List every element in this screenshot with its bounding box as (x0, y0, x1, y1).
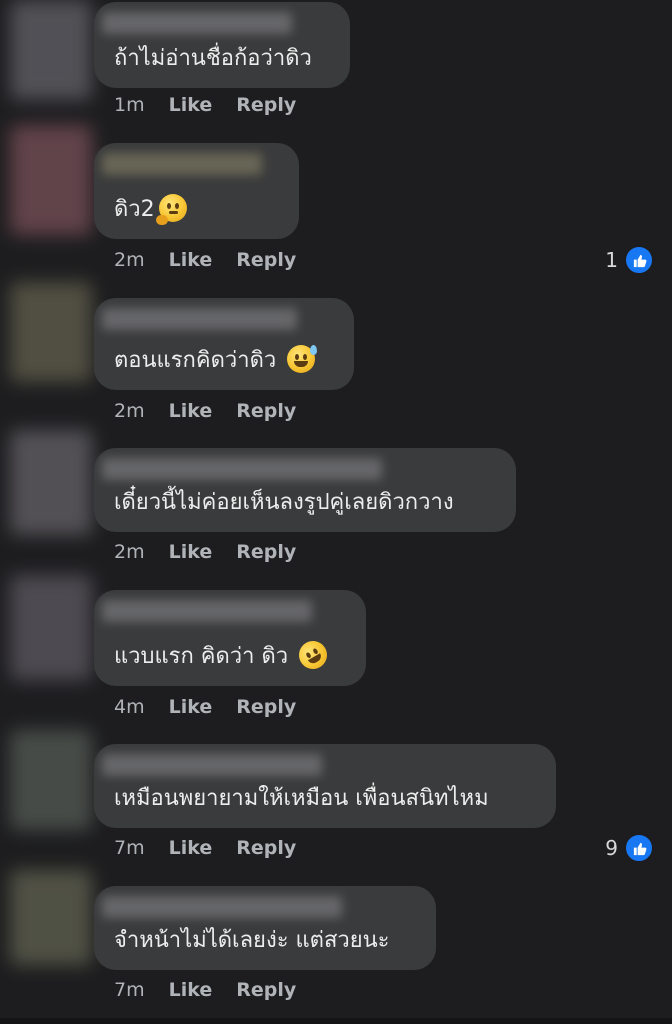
comment-time[interactable]: 1m (114, 94, 145, 116)
commenter-name[interactable] (102, 600, 312, 622)
like-button[interactable]: Like (169, 94, 213, 116)
commenter-name[interactable] (102, 458, 382, 480)
comment-time[interactable]: 2m (114, 249, 145, 271)
comment-text-content: เดี๋ยวนี้ไม่ค่อยเห็นลงรูปคู่เลยดิวกวาง (114, 490, 454, 515)
comment-bubble: แวบแรก คิดว่า ดิว (94, 590, 366, 686)
like-button[interactable]: Like (169, 979, 213, 1001)
comment-actions: 1m Like Reply (114, 94, 296, 116)
comment-text: เดี๋ยวนี้ไม่ค่อยเห็นลงรูปคู่เลยดิวกวาง (114, 488, 454, 518)
comment-text: เหมือนพยายามให้เหมือน เพื่อนสนิทไหม (114, 784, 489, 814)
commenter-name[interactable] (102, 896, 342, 918)
commenter-name[interactable] (102, 12, 292, 34)
comment-text-content: แวบแรก คิดว่า ดิว (114, 644, 289, 669)
bottom-edge (0, 1018, 672, 1024)
reply-button[interactable]: Reply (236, 979, 296, 1001)
grinning-sweat-icon (287, 345, 318, 373)
commenter-name[interactable] (102, 153, 262, 175)
comment-text: แวบแรก คิดว่า ดิว (114, 635, 333, 675)
comment-time[interactable]: 2m (114, 400, 145, 422)
comment-text: จำหน้าไม่ได้เลยง่ะ แต่สวยนะ (114, 926, 390, 956)
avatar[interactable] (10, 125, 92, 235)
avatar[interactable] (10, 0, 92, 100)
reply-button[interactable]: Reply (236, 696, 296, 718)
reply-button[interactable]: Reply (236, 249, 296, 271)
comment-text-content: เหมือนพยายามให้เหมือน เพื่อนสนิทไหม (114, 786, 489, 811)
comment-actions: 7m Like Reply (114, 979, 296, 1001)
comment-time[interactable]: 4m (114, 696, 145, 718)
comment-time[interactable]: 7m (114, 979, 145, 1001)
thumbs-up-icon (624, 833, 654, 863)
comment-bubble: เหมือนพยายามให้เหมือน เพื่อนสนิทไหม (94, 744, 556, 828)
avatar[interactable] (10, 575, 92, 680)
rofl-icon (294, 635, 333, 675)
like-button[interactable]: Like (169, 249, 213, 271)
thumbs-up-icon (624, 245, 654, 275)
avatar[interactable] (10, 730, 92, 830)
reply-button[interactable]: Reply (236, 400, 296, 422)
comment-text-content: ดิว2 (114, 197, 155, 222)
reply-button[interactable]: Reply (236, 837, 296, 859)
comment-actions: 2m Like Reply (114, 249, 296, 271)
comment-bubble: ถ้าไม่อ่านชื่อก้อว่าดิว (94, 2, 350, 88)
like-button[interactable]: Like (169, 696, 213, 718)
reaction-count[interactable]: 9 (605, 833, 654, 863)
like-button[interactable]: Like (169, 541, 213, 563)
comment-time[interactable]: 7m (114, 837, 145, 859)
like-button[interactable]: Like (169, 400, 213, 422)
like-button[interactable]: Like (169, 837, 213, 859)
reply-button[interactable]: Reply (236, 94, 296, 116)
comments-panel: ถ้าไม่อ่านชื่อก้อว่าดิว 1m Like Reply ดิ… (0, 0, 672, 1024)
reply-button[interactable]: Reply (236, 541, 296, 563)
thinking-face-icon (155, 194, 187, 225)
comment-bubble: ดิว2 (94, 143, 299, 239)
avatar[interactable] (10, 282, 92, 382)
comment-text: ถ้าไม่อ่านชื่อก้อว่าดิว (114, 44, 312, 74)
reaction-count[interactable]: 1 (605, 245, 654, 275)
comment-bubble: เดี๋ยวนี้ไม่ค่อยเห็นลงรูปคู่เลยดิวกวาง (94, 448, 516, 532)
commenter-name[interactable] (102, 308, 297, 330)
avatar[interactable] (10, 430, 92, 535)
avatar[interactable] (10, 870, 92, 965)
commenter-name[interactable] (102, 754, 322, 776)
comment-bubble: ตอนแรกคิดว่าดิว (94, 298, 354, 390)
comment-actions: 4m Like Reply (114, 696, 296, 718)
comment-bubble: จำหน้าไม่ได้เลยง่ะ แต่สวยนะ (94, 886, 436, 970)
comment-actions: 2m Like Reply (114, 400, 296, 422)
comment-time[interactable]: 2m (114, 541, 145, 563)
reaction-count-value: 9 (605, 836, 618, 860)
comment-text-content: ตอนแรกคิดว่าดิว (114, 348, 277, 373)
comment-text-content: ถ้าไม่อ่านชื่อก้อว่าดิว (114, 46, 312, 71)
comment-actions: 2m Like Reply (114, 541, 296, 563)
reaction-count-value: 1 (605, 248, 618, 272)
comment-actions: 7m Like Reply (114, 837, 296, 859)
comment-text: ตอนแรกคิดว่าดิว (114, 345, 318, 376)
comment-text: ดิว2 (114, 194, 187, 225)
comment-text-content: จำหน้าไม่ได้เลยง่ะ แต่สวยนะ (114, 928, 390, 953)
